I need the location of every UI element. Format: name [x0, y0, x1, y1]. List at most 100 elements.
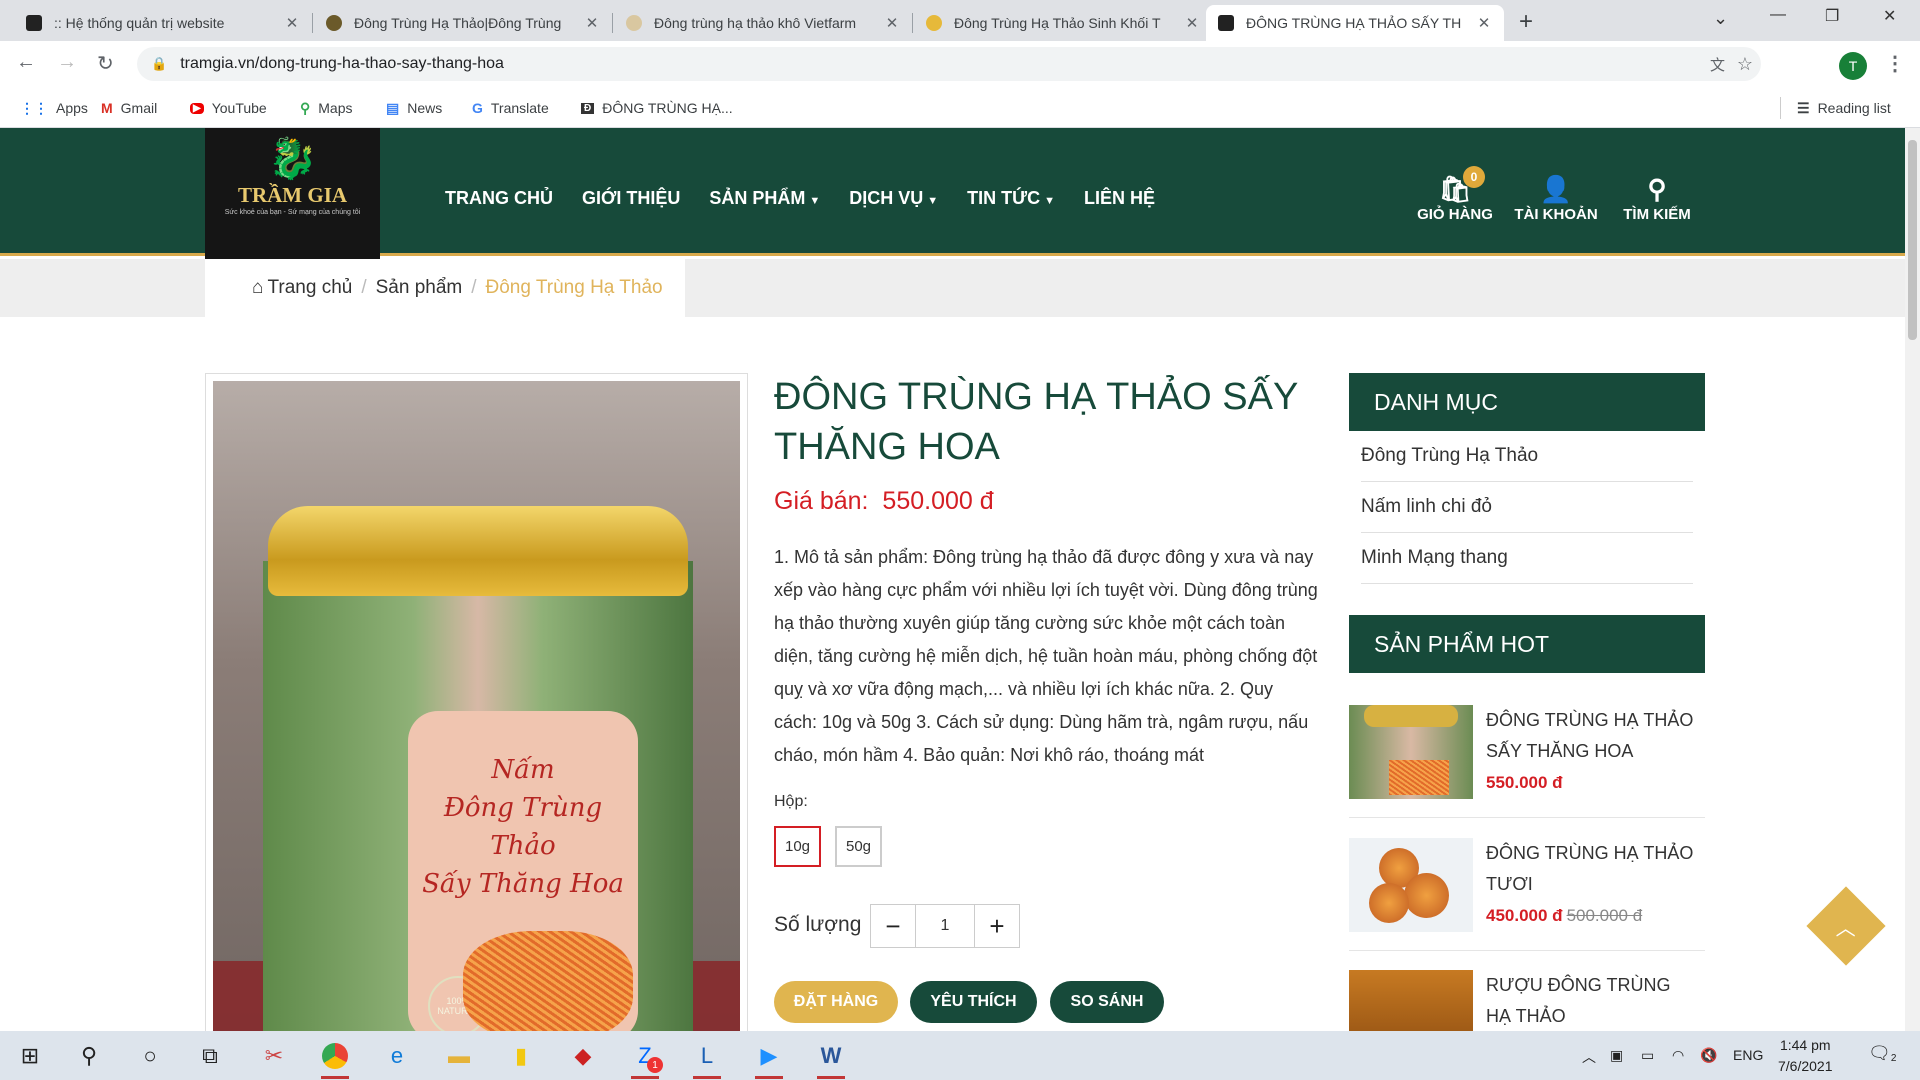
restore-icon[interactable]: ❐ [1825, 6, 1839, 26]
hot-products-heading: SẢN PHẨM HOT [1349, 615, 1705, 673]
bookmark-translate[interactable]: G Translate [472, 97, 549, 119]
breadcrumb: ⌂ Trang chủ / Sản phẩm / Đông Trùng Hạ T… [205, 259, 685, 317]
bookmark-maps[interactable]: ⚲ Maps [300, 97, 353, 119]
chrome-icon[interactable] [315, 1039, 355, 1079]
browser-tab-3[interactable]: Đông trùng hạ thảo khô Vietfarm ✕ [614, 5, 912, 41]
hot-product-thumbnail[interactable] [1349, 838, 1473, 932]
cart-button[interactable]: 🛍 0 GIỎ HÀNG [1405, 166, 1505, 223]
nav-san-pham[interactable]: SẢN PHẨM ▼ [709, 188, 820, 209]
clock[interactable]: 1:44 pm 7/6/2021 [1778, 1035, 1833, 1077]
tab-close-icon[interactable]: ✕ [1184, 14, 1200, 32]
tray-chevron-icon[interactable]: ︿ [1582, 1047, 1596, 1067]
forward-icon[interactable]: → [57, 51, 77, 74]
breadcrumb-current[interactable]: Đông Trùng Hạ Thảo [486, 277, 663, 299]
cortana-icon[interactable]: ○ [130, 1039, 170, 1073]
option-50g[interactable]: 50g [835, 826, 882, 867]
word-icon[interactable]: W [811, 1039, 851, 1079]
hot-product-item[interactable]: RƯỢU ĐÔNG TRÙNG HẠ THẢO [1349, 970, 1705, 1031]
hot-product-name[interactable]: ĐÔNG TRÙNG HẠ THẢO TƯƠI [1486, 838, 1696, 900]
snipping-icon[interactable]: ✂ [254, 1039, 294, 1073]
reading-list-button[interactable]: ☰ Reading list [1780, 97, 1891, 119]
wishlist-button[interactable]: YÊU THÍCH [910, 981, 1037, 1023]
tab-close-icon[interactable]: ✕ [884, 14, 900, 32]
profile-avatar[interactable]: T [1839, 52, 1867, 80]
browser-tab-5-active[interactable]: ĐÔNG TRÙNG HẠ THẢO SẤY TH ✕ [1206, 5, 1504, 41]
tab-close-icon[interactable]: ✕ [1476, 14, 1492, 32]
tab-close-icon[interactable]: ✕ [284, 14, 300, 32]
lock-icon[interactable]: 🔒 [151, 56, 167, 72]
bookmark-news[interactable]: ▤ News [386, 97, 442, 119]
order-button[interactable]: ĐẶT HÀNG [774, 981, 898, 1023]
app-icon[interactable]: ◆ [563, 1039, 603, 1073]
task-view-icon[interactable]: ⧉ [190, 1039, 230, 1073]
search-button[interactable]: ⚲ TÌM KIẾM [1607, 174, 1707, 223]
bookmark-site[interactable]: Đ ĐÔNG TRÙNG HẠ... [581, 97, 733, 119]
browser-tab-1[interactable]: :: Hệ thống quản trị website ✕ [14, 5, 312, 41]
bookmark-gmail[interactable]: M Gmail [101, 97, 157, 119]
close-window-icon[interactable]: ✕ [1883, 6, 1896, 26]
minimize-icon[interactable]: — [1770, 6, 1786, 24]
increase-qty-button[interactable]: + [975, 905, 1019, 947]
scrollbar-thumb[interactable] [1908, 140, 1917, 340]
tab-search-icon[interactable]: ⌄ [1713, 8, 1728, 29]
browser-tab-2[interactable]: Đông Trùng Hạ Thảo|Đông Trùng ✕ [314, 5, 612, 41]
volume-muted-icon[interactable]: 🔇 [1700, 1047, 1717, 1064]
search-icon[interactable]: ⚲ [69, 1039, 109, 1073]
quantity-input[interactable]: 1 [915, 905, 975, 947]
nav-lien-he[interactable]: LIÊN HỆ [1084, 188, 1155, 209]
account-button[interactable]: 👤 TÀI KHOẢN [1506, 174, 1606, 223]
edge-icon[interactable]: e [377, 1039, 417, 1073]
battery-icon[interactable]: ▭ [1641, 1047, 1654, 1064]
nav-dich-vu[interactable]: DỊCH VỤ ▼ [849, 188, 938, 209]
bookmark-youtube[interactable]: ▶ YouTube [190, 97, 267, 119]
site-logo[interactable]: 🐉 TRẦM GIA Sức khoẻ của bạn - Sứ mạng củ… [205, 128, 380, 260]
zalo-icon[interactable]: Z1 [625, 1039, 665, 1079]
decrease-qty-button[interactable]: − [871, 905, 915, 947]
nav-trang-chu[interactable]: TRANG CHỦ [445, 188, 553, 209]
category-item[interactable]: Đông Trùng Hạ Thảo [1361, 431, 1693, 482]
product-image[interactable]: Nấm Đông Trùng Thảo Sấy Thăng Hoa 100% N… [213, 381, 740, 1080]
reload-icon[interactable]: ↻ [97, 51, 114, 76]
browser-tab-4[interactable]: Đông Trùng Hạ Thảo Sinh Khối T ✕ [914, 5, 1212, 41]
option-10g[interactable]: 10g [774, 826, 821, 867]
hot-product-name[interactable]: ĐÔNG TRÙNG HẠ THẢO SẤY THĂNG HOA [1486, 705, 1696, 767]
hot-product-thumbnail[interactable] [1349, 705, 1473, 799]
home-icon[interactable]: ⌂ [252, 277, 263, 299]
notification-icon[interactable]: 🗨2 [1868, 1043, 1896, 1064]
lync-icon[interactable]: L [687, 1039, 727, 1079]
compare-button[interactable]: SO SÁNH [1050, 981, 1164, 1023]
windows-taskbar: ⊞ ⚲ ○ ⧉ ✂ e ▬ ▮ ◆ Z1 L ▶ W ︿ ▣ ▭ ◠ 🔇 ENG… [0, 1031, 1920, 1080]
nav-gioi-thieu[interactable]: GIỚI THIỆU [582, 188, 680, 209]
bookmark-apps[interactable]: ⋮⋮ Apps [20, 97, 88, 119]
back-icon[interactable]: ← [16, 51, 36, 74]
powerbi-icon[interactable]: ▮ [501, 1039, 541, 1073]
tab-close-icon[interactable]: ✕ [584, 14, 600, 32]
hot-product-thumbnail[interactable] [1349, 970, 1473, 1031]
menu-kebab-icon[interactable]: ⋮ [1885, 51, 1905, 76]
page-scrollbar[interactable] [1905, 128, 1920, 1031]
language-indicator[interactable]: ENG [1733, 1047, 1763, 1063]
product-title: ĐÔNG TRÙNG HẠ THẢO SẤY THĂNG HOA [774, 376, 1298, 468]
hot-product-item[interactable]: ĐÔNG TRÙNG HẠ THẢO TƯƠI 450.000 đ 500.000… [1349, 838, 1705, 951]
breadcrumb-home[interactable]: Trang chủ [267, 277, 352, 299]
windows-start-icon[interactable]: ⊞ [10, 1039, 50, 1073]
hot-product-item[interactable]: ĐÔNG TRÙNG HẠ THẢO SẤY THĂNG HOA 550.000… [1349, 705, 1705, 818]
bookmark-star-icon[interactable]: ☆ [1737, 54, 1753, 75]
product-image-frame: Nấm Đông Trùng Thảo Sấy Thăng Hoa 100% N… [205, 373, 748, 1080]
url-bar[interactable]: 🔒 tramgia.vn/dong-trung-ha-thao-say-than… [137, 47, 1761, 81]
quantity-label: Số lượng [774, 913, 862, 936]
back-to-top-button[interactable]: ︿ [1806, 886, 1886, 966]
wifi-icon[interactable]: ◠ [1672, 1047, 1684, 1064]
new-tab-icon[interactable]: + [1519, 8, 1533, 36]
nav-tin-tuc[interactable]: TIN TỨC ▼ [967, 188, 1055, 209]
quantity-stepper: − 1 + [870, 904, 1020, 948]
zalo-badge: 1 [647, 1057, 663, 1073]
category-item[interactable]: Minh Mạng thang [1361, 533, 1693, 584]
category-item[interactable]: Nấm linh chi đỏ [1361, 482, 1693, 533]
hot-product-name[interactable]: RƯỢU ĐÔNG TRÙNG HẠ THẢO [1486, 970, 1696, 1031]
file-explorer-icon[interactable]: ▬ [439, 1039, 479, 1073]
translate-page-icon[interactable]: 文 [1710, 54, 1725, 75]
media-icon[interactable]: ▶ [749, 1039, 789, 1079]
breadcrumb-products[interactable]: Sản phẩm [376, 277, 463, 299]
tray-app-icon[interactable]: ▣ [1610, 1047, 1623, 1064]
